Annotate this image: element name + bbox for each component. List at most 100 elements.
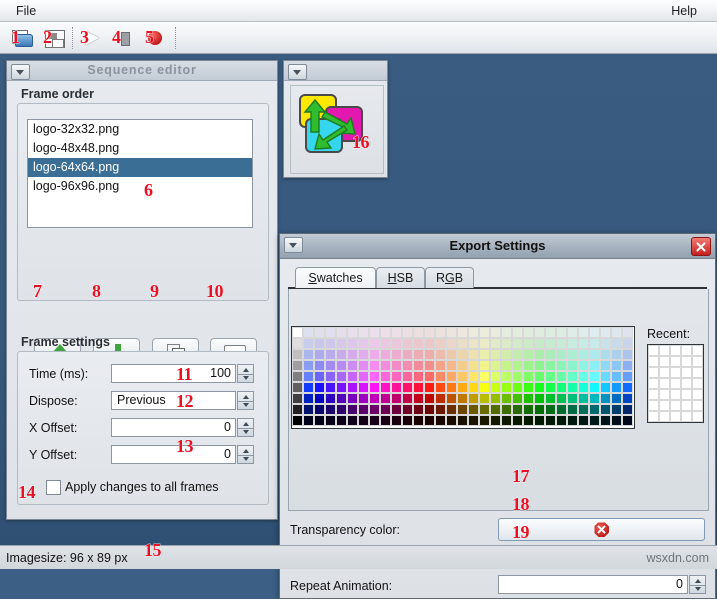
color-swatch[interactable]: [325, 327, 336, 338]
color-swatch[interactable]: [556, 415, 567, 426]
color-swatch[interactable]: [303, 360, 314, 371]
color-swatch[interactable]: [479, 371, 490, 382]
color-swatch[interactable]: [534, 327, 545, 338]
color-swatch[interactable]: [391, 393, 402, 404]
color-swatch[interactable]: [611, 382, 622, 393]
color-swatch[interactable]: [622, 415, 633, 426]
color-swatch[interactable]: [446, 415, 457, 426]
color-swatch[interactable]: [292, 393, 303, 404]
collapse-button[interactable]: [288, 64, 307, 80]
color-swatch[interactable]: [523, 349, 534, 360]
color-swatch[interactable]: [611, 415, 622, 426]
color-swatch[interactable]: [435, 404, 446, 415]
color-swatch[interactable]: [336, 382, 347, 393]
color-swatch[interactable]: [292, 327, 303, 338]
tab-rgb[interactable]: RGB: [425, 267, 474, 288]
color-swatch[interactable]: [501, 415, 512, 426]
color-swatch[interactable]: [435, 360, 446, 371]
color-swatch[interactable]: [611, 404, 622, 415]
color-swatch[interactable]: [600, 338, 611, 349]
recent-swatch[interactable]: [659, 411, 670, 422]
color-swatch[interactable]: [468, 415, 479, 426]
color-swatch[interactable]: [523, 371, 534, 382]
color-swatch[interactable]: [567, 338, 578, 349]
color-swatch[interactable]: [490, 382, 501, 393]
color-swatch[interactable]: [556, 327, 567, 338]
color-swatch[interactable]: [490, 349, 501, 360]
color-swatch[interactable]: [523, 327, 534, 338]
color-swatch[interactable]: [457, 404, 468, 415]
recent-swatch[interactable]: [681, 389, 692, 400]
color-swatch[interactable]: [490, 360, 501, 371]
color-swatch[interactable]: [292, 349, 303, 360]
color-swatch[interactable]: [567, 349, 578, 360]
color-swatch[interactable]: [413, 415, 424, 426]
color-swatch[interactable]: [325, 349, 336, 360]
color-swatch[interactable]: [622, 360, 633, 371]
color-swatch[interactable]: [512, 371, 523, 382]
color-swatch[interactable]: [534, 382, 545, 393]
color-swatch[interactable]: [479, 404, 490, 415]
color-swatch[interactable]: [512, 404, 523, 415]
color-swatch[interactable]: [347, 338, 358, 349]
color-swatch[interactable]: [435, 382, 446, 393]
color-swatch[interactable]: [325, 415, 336, 426]
color-swatch[interactable]: [600, 360, 611, 371]
color-swatch[interactable]: [380, 382, 391, 393]
color-swatch[interactable]: [523, 404, 534, 415]
color-swatch[interactable]: [314, 360, 325, 371]
color-swatch[interactable]: [380, 338, 391, 349]
color-swatch[interactable]: [479, 360, 490, 371]
recent-swatch[interactable]: [670, 367, 681, 378]
recent-swatch[interactable]: [692, 356, 703, 367]
color-swatch[interactable]: [490, 371, 501, 382]
color-swatch[interactable]: [611, 393, 622, 404]
color-swatch[interactable]: [589, 404, 600, 415]
transparency-color-button[interactable]: [498, 518, 705, 541]
color-swatch[interactable]: [611, 349, 622, 360]
color-swatch[interactable]: [556, 404, 567, 415]
color-swatch[interactable]: [600, 327, 611, 338]
recent-swatch[interactable]: [670, 411, 681, 422]
color-swatch[interactable]: [292, 382, 303, 393]
color-swatch[interactable]: [545, 415, 556, 426]
color-swatch[interactable]: [556, 360, 567, 371]
color-swatch[interactable]: [369, 327, 380, 338]
color-swatch[interactable]: [556, 393, 567, 404]
recent-swatch[interactable]: [659, 400, 670, 411]
color-swatch[interactable]: [369, 415, 380, 426]
recent-swatch[interactable]: [648, 411, 659, 422]
color-swatch[interactable]: [402, 371, 413, 382]
recent-swatch[interactable]: [670, 356, 681, 367]
color-swatch[interactable]: [622, 382, 633, 393]
color-swatch[interactable]: [391, 404, 402, 415]
preview-area[interactable]: [290, 85, 384, 174]
color-swatch[interactable]: [523, 393, 534, 404]
color-swatch[interactable]: [545, 327, 556, 338]
color-swatch[interactable]: [457, 393, 468, 404]
color-swatch[interactable]: [457, 382, 468, 393]
color-swatch[interactable]: [622, 327, 633, 338]
tab-hsb[interactable]: HSB: [376, 267, 425, 288]
color-swatch[interactable]: [424, 327, 435, 338]
list-item[interactable]: logo-96x96.png: [28, 177, 252, 196]
color-swatch[interactable]: [556, 382, 567, 393]
color-swatch[interactable]: [567, 371, 578, 382]
recent-swatch[interactable]: [681, 367, 692, 378]
recent-swatch[interactable]: [659, 367, 670, 378]
dispose-stepper[interactable]: [237, 391, 254, 410]
color-swatch[interactable]: [380, 327, 391, 338]
color-swatch[interactable]: [479, 338, 490, 349]
color-swatch[interactable]: [468, 360, 479, 371]
time-input[interactable]: 100: [111, 364, 236, 383]
list-item[interactable]: logo-64x64.png: [28, 158, 252, 177]
color-swatch[interactable]: [402, 393, 413, 404]
color-swatch[interactable]: [567, 404, 578, 415]
color-swatch[interactable]: [589, 415, 600, 426]
color-swatch[interactable]: [424, 393, 435, 404]
color-swatch[interactable]: [391, 371, 402, 382]
color-swatch[interactable]: [358, 338, 369, 349]
color-swatch[interactable]: [501, 371, 512, 382]
color-swatch[interactable]: [292, 360, 303, 371]
color-swatch[interactable]: [446, 404, 457, 415]
